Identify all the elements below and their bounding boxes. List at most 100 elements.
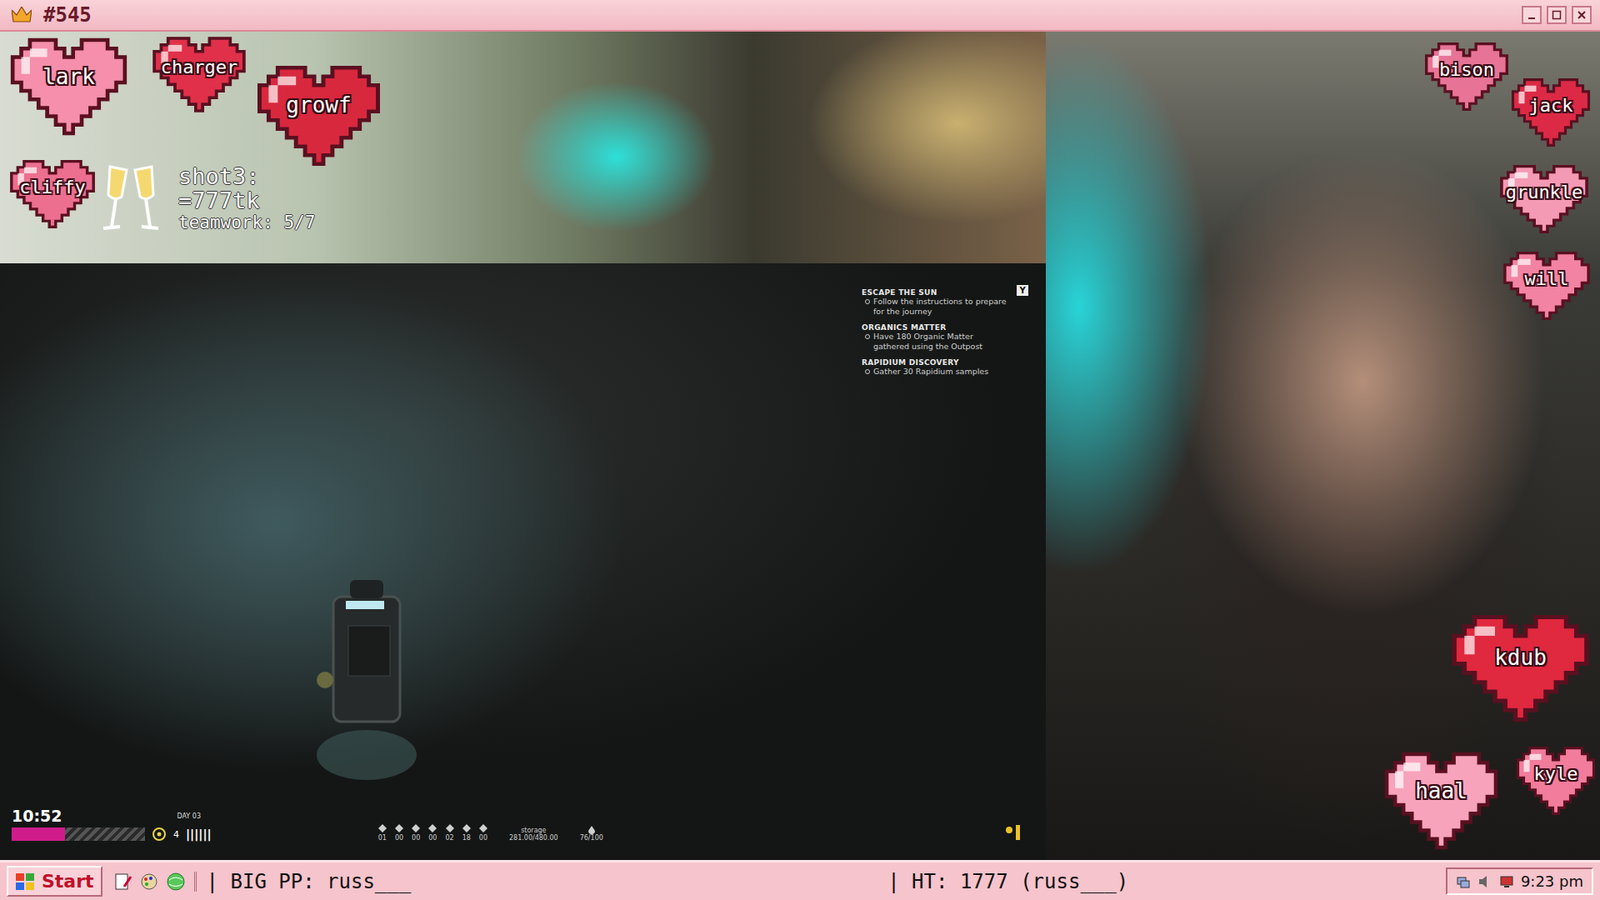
left-column: ESCAPE THE SUNFollow the instructions to… (0, 31, 1046, 860)
resource-count: 02 (445, 834, 454, 842)
heart-badge: will (1501, 250, 1592, 322)
drink-line: =777tk (178, 188, 315, 214)
ticker-segment: | BIG PP: russ___ (206, 870, 412, 894)
energy-bar (11, 827, 145, 841)
heart-name: growf (255, 92, 383, 118)
energy-row: 4 |||||| (11, 826, 212, 842)
heart-badge: lark (8, 35, 130, 138)
battery-icon (1004, 821, 1021, 842)
resource-icon (428, 824, 437, 833)
taskbar: Start | BIG PP: russ___ | HT: 1777 (russ__… (0, 860, 1600, 900)
capacity-value: 76/100 (580, 834, 604, 842)
heart-badge: bison (1423, 40, 1510, 113)
resource: 00 (395, 824, 404, 842)
drink-counter: shot3:=777tkteamwork: 5/7 (95, 160, 315, 237)
count-label: 4 (173, 829, 180, 840)
resource: 18 (462, 824, 471, 842)
tray-clock: 9:23 pm (1520, 872, 1584, 890)
maximize-icon (1551, 10, 1562, 20)
clock-block: 10:52 DAY 03 4 |||||| (11, 806, 212, 842)
storage-label: storage (520, 826, 546, 835)
windows-logo-icon (15, 871, 37, 892)
drink-lines: shot3:=777tkteamwork: 5/7 (178, 164, 315, 233)
heart-badge: haal (1382, 750, 1500, 852)
storage-value: 281.00/480.00 (509, 834, 559, 842)
resource: 02 (445, 824, 454, 842)
resource-icon (411, 824, 420, 833)
close-icon (1576, 10, 1587, 20)
paint-icon (139, 871, 160, 892)
drop-icon (588, 825, 595, 835)
speaker-icon (1477, 874, 1493, 890)
heart-badge: kyle (1515, 745, 1597, 817)
crown-icon (11, 6, 32, 24)
minimize-button[interactable] (1521, 5, 1542, 25)
ticker-segment: | HT: 1777 (russ___) (887, 870, 1129, 894)
resource-count: 01 (378, 834, 387, 842)
bars-label: |||||| (185, 827, 212, 841)
start-button[interactable]: Start (6, 865, 103, 897)
objective-title: ESCAPE THE SUN (861, 288, 1010, 297)
resource-count: 00 (395, 834, 404, 842)
day-label: DAY 03 (68, 812, 200, 820)
resource: 01 (378, 824, 387, 842)
resource-icon (395, 824, 404, 833)
start-label: Start (41, 870, 95, 892)
objective: ESCAPE THE SUNFollow the instructions to… (861, 288, 1010, 317)
heart-name: kyle (1515, 763, 1597, 785)
game-hud: 10:52 DAY 03 4 |||||| 01 00 00 00 02 18 00 storage2… (11, 806, 1021, 842)
objective-task: Gather 30 Rapidium samples (861, 366, 1010, 377)
drink-line: teamwork: 5/7 (178, 213, 315, 233)
resource: 00 (428, 824, 437, 842)
heart-badge: grunkle (1498, 163, 1590, 235)
sun-icon (151, 826, 167, 842)
resource-count: 00 (479, 834, 488, 842)
heart-badge: jack (1510, 76, 1592, 149)
heart-name: cliffy (8, 176, 97, 198)
game-clock: 10:52 (11, 806, 62, 825)
stream-area: ESCAPE THE SUNFollow the instructions to… (0, 31, 1600, 860)
champagne-icon (95, 160, 167, 237)
heart-name: lark (8, 64, 130, 90)
globe-icon (165, 871, 186, 892)
resource: 00 (411, 824, 420, 842)
resource-count: 00 (411, 834, 420, 842)
title-bar: #545 (0, 0, 1600, 32)
heart-name: bison (1423, 59, 1510, 80)
resource-icon (445, 824, 455, 833)
window-title: #545 (43, 3, 92, 27)
heart-badge: charger (150, 35, 248, 115)
objective-task: Have 180 Organic Matter gathered using t… (861, 331, 1010, 352)
heart-name: haal (1382, 778, 1500, 804)
objective-task: Follow the instructions to prepare for t… (861, 296, 1010, 317)
storage: storage281.00/480.00 (509, 826, 559, 842)
network-icon (1455, 874, 1471, 890)
heart-badge: kdub (1449, 612, 1592, 725)
heart-name: grunkle (1498, 181, 1590, 203)
notepad-icon (112, 871, 133, 892)
heart-name: will (1501, 268, 1592, 290)
resource-icon (378, 824, 387, 833)
energy-fill (11, 827, 65, 841)
maximize-button[interactable] (1546, 5, 1567, 25)
objective-title: RAPIDIUM DISCOVERY (861, 358, 1010, 367)
webcam-view (1045, 31, 1600, 860)
monitor-icon (1499, 874, 1515, 890)
minimize-icon (1526, 10, 1537, 20)
clock-row: 10:52 DAY 03 (11, 806, 212, 825)
heart-name: charger (150, 56, 248, 78)
heart-badge: growf (255, 63, 383, 169)
resource-icon (479, 824, 488, 833)
close-key-badge[interactable]: Y (1016, 285, 1029, 296)
resource-icon (462, 824, 471, 833)
objective: ORGANICS MATTERHave 180 Organic Matter g… (861, 323, 1010, 352)
capacity: 76/100 (580, 825, 604, 842)
game-view: ESCAPE THE SUNFollow the instructions to… (0, 263, 1046, 860)
resource: 00 (479, 824, 488, 842)
objective-title: ORGANICS MATTER (861, 323, 1010, 332)
robot-icon (300, 563, 434, 780)
window-buttons (1521, 5, 1592, 25)
close-button[interactable] (1571, 5, 1592, 25)
resource-count: 00 (428, 834, 437, 842)
heart-badge: cliffy (8, 158, 97, 230)
